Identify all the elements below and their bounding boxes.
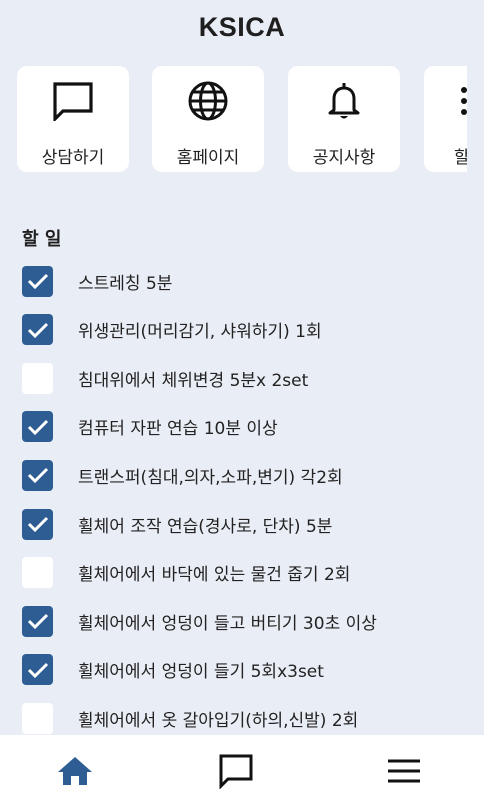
todo-item-label: 휠체어에서 바닥에 있는 물건 줍기 2회 [78, 565, 351, 586]
globe-icon [152, 80, 264, 122]
checkbox-unchecked[interactable] [22, 557, 53, 589]
todo-item-label: 위생관리(머리감기, 샤워하기) 1회 [78, 322, 322, 343]
todo-item-label: 스트레칭 5분 [78, 273, 173, 294]
todo-item[interactable]: 위생관리(머리감기, 샤워하기) 1회 [22, 314, 462, 346]
quick-menu-more[interactable]: 할 [424, 66, 467, 172]
todo-item-label: 휠체어에서 엉덩이 들기 5회x3set [78, 662, 324, 683]
todo-item[interactable]: 트랜스퍼(침대,의자,소파,변기) 각2회 [22, 459, 462, 491]
checkmark-icon [27, 614, 48, 630]
quick-menu: 상담하기 홈페이지 공지사항 할 [17, 66, 467, 172]
todo-heading: 할 일 [22, 229, 62, 250]
checkmark-icon [27, 322, 48, 338]
checkmark-icon [27, 516, 48, 533]
todo-item[interactable]: 컴퓨터 자판 연습 10분 이상 [22, 411, 462, 443]
todo-item-label: 침대위에서 체위변경 5분x 2set [78, 370, 309, 391]
checkbox-checked[interactable] [22, 508, 53, 540]
checkbox-checked[interactable] [22, 654, 53, 686]
checkmark-icon [27, 419, 48, 435]
chat-bubble-icon [219, 754, 253, 789]
nav-menu[interactable] [384, 751, 424, 791]
app-title: KSICA [198, 12, 286, 42]
todo-item[interactable]: 휠체어에서 엉덩이 들고 버티기 30초 이상 [22, 605, 462, 637]
checkbox-checked[interactable] [22, 605, 53, 637]
todo-item-label: 트랜스퍼(침대,의자,소파,변기) 각2회 [78, 467, 343, 488]
checkbox-unchecked[interactable] [22, 362, 53, 394]
checkbox-checked[interactable] [22, 459, 53, 491]
quick-menu-label: 홈페이지 [176, 148, 240, 168]
todo-item-label: 휠체어에서 옷 갈아입기(하의,신발) 2회 [78, 710, 359, 731]
quick-menu-counseling[interactable]: 상담하기 [17, 66, 129, 172]
todo-item[interactable]: 스트레칭 5분 [22, 265, 462, 297]
todo-item[interactable]: 휠체어 조작 연습(경사로, 단차) 5분 [22, 508, 462, 540]
todo-item-label: 휠체어에서 엉덩이 들고 버티기 30초 이상 [78, 613, 377, 634]
todo-item[interactable]: 휠체어에서 엉덩이 들기 5회x3set [22, 654, 462, 686]
checkbox-checked[interactable] [22, 265, 53, 297]
todo-item[interactable]: 침대위에서 체위변경 5분x 2set [22, 362, 462, 394]
bottom-nav [0, 735, 484, 802]
quick-menu-homepage[interactable]: 홈페이지 [152, 66, 264, 172]
bell-icon [288, 80, 400, 122]
quick-menu-label: 공지사항 [312, 148, 376, 168]
quick-menu-notices[interactable]: 공지사항 [288, 66, 400, 172]
checkmark-icon [27, 662, 48, 678]
todo-item[interactable]: 휠체어에서 바닥에 있는 물건 줍기 2회 [22, 557, 462, 589]
checkmark-icon [27, 273, 48, 290]
quick-menu-label: 상담하기 [41, 148, 105, 168]
more-vert-icon [424, 80, 467, 122]
nav-home[interactable] [55, 751, 95, 791]
nav-chat[interactable] [216, 751, 256, 791]
todo-item[interactable]: 휠체어에서 옷 갈아입기(하의,신발) 2회 [22, 702, 462, 734]
checkbox-unchecked[interactable] [22, 702, 53, 734]
menu-icon [388, 759, 420, 783]
todo-item-label: 컴퓨터 자판 연습 10분 이상 [78, 419, 278, 440]
quick-menu-label: 할 [454, 148, 467, 168]
todo-item-label: 휠체어 조작 연습(경사로, 단차) 5분 [78, 516, 333, 537]
chat-bubble-icon [17, 80, 129, 122]
home-icon [58, 757, 92, 785]
checkmark-icon [27, 468, 48, 484]
checkbox-checked[interactable] [22, 411, 53, 443]
checkbox-checked[interactable] [22, 314, 53, 346]
